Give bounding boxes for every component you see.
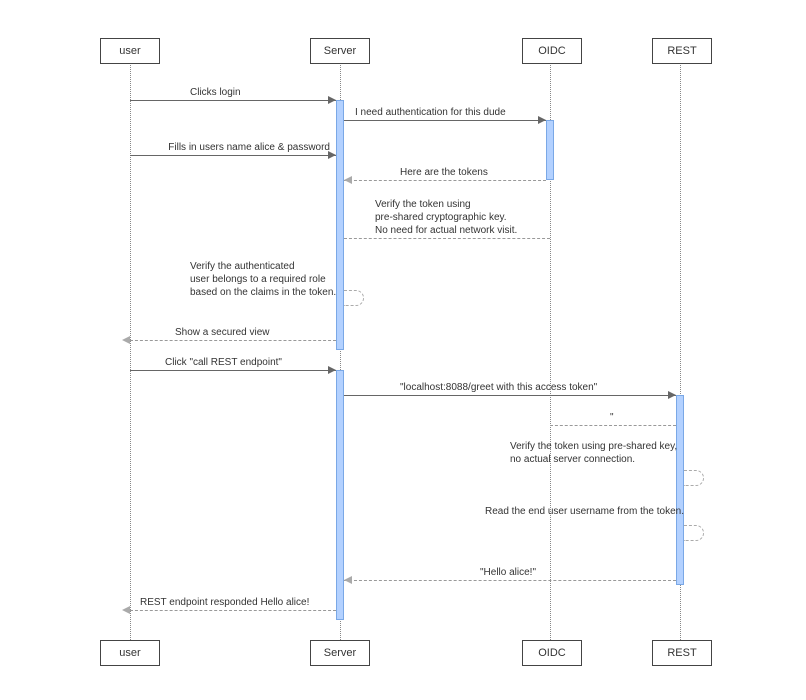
participant-rest-bottom: REST xyxy=(652,640,712,666)
note-verify-token-l3: No need for actual network visit. xyxy=(375,225,517,236)
note-verify-token-l2: pre-shared cryptographic key. xyxy=(375,212,507,223)
arrow-fills-in xyxy=(130,155,336,156)
arrowhead-click-rest xyxy=(328,366,336,374)
selfloop-verify-role xyxy=(344,290,364,306)
note-verify-role: Verify the authenticated user belongs to… xyxy=(190,260,336,299)
arrow-verify-token-oidc xyxy=(344,238,550,239)
participant-oidc-top: OIDC xyxy=(522,38,582,64)
arrow-click-rest xyxy=(130,370,336,371)
label-tokens: Here are the tokens xyxy=(400,167,488,178)
activation-rest-1 xyxy=(676,395,684,585)
activation-server-1 xyxy=(336,100,344,350)
sequence-diagram: user Server OIDC REST user Server OIDC R… xyxy=(20,20,786,680)
selfloop-rest-verify xyxy=(684,470,704,486)
participant-rest-top: REST xyxy=(652,38,712,64)
arrow-tokens xyxy=(344,180,546,181)
activation-server-2 xyxy=(336,370,344,620)
selfloop-read-user xyxy=(684,525,704,541)
note-read-user: Read the end user username from the toke… xyxy=(485,505,684,518)
arrowhead-secured-view xyxy=(122,336,130,344)
note-rest-verify-l1: Verify the token using pre-shared key, xyxy=(510,441,677,452)
arrow-rest-oidc xyxy=(550,425,676,426)
arrow-hello xyxy=(344,580,676,581)
note-rest-verify: Verify the token using pre-shared key, n… xyxy=(510,440,677,466)
arrowhead-need-auth xyxy=(538,116,546,124)
label-hello: "Hello alice!" xyxy=(480,567,536,578)
arrowhead-greet xyxy=(668,391,676,399)
note-verify-token-l1: Verify the token using xyxy=(375,199,471,210)
arrow-secured-view xyxy=(130,340,336,341)
note-verify-token: Verify the token using pre-shared crypto… xyxy=(375,198,517,237)
participant-server-top: Server xyxy=(310,38,370,64)
activation-oidc-1 xyxy=(546,120,554,180)
arrow-greet xyxy=(344,395,676,396)
arrowhead-hello xyxy=(344,576,352,584)
participant-server-bottom: Server xyxy=(310,640,370,666)
note-verify-role-l1: Verify the authenticated xyxy=(190,261,295,272)
label-responded: REST endpoint responded Hello alice! xyxy=(140,597,309,608)
arrowhead-tokens xyxy=(344,176,352,184)
label-need-auth: I need authentication for this dude xyxy=(355,107,506,118)
note-verify-role-l2: user belongs to a required role xyxy=(190,274,326,285)
label-clicks-login: Clicks login xyxy=(190,87,241,98)
arrow-responded xyxy=(130,610,336,611)
arrow-clicks-login xyxy=(130,100,336,101)
label-rest-oidc: " xyxy=(610,412,614,423)
participant-user-bottom: user xyxy=(100,640,160,666)
arrowhead-clicks-login xyxy=(328,96,336,104)
participant-oidc-bottom: OIDC xyxy=(522,640,582,666)
note-rest-verify-l2: no actual server connection. xyxy=(510,454,635,465)
note-verify-role-l3: based on the claims in the token. xyxy=(190,287,336,298)
participant-user-top: user xyxy=(100,38,160,64)
arrow-need-auth xyxy=(344,120,546,121)
label-click-rest: Click "call REST endpoint" xyxy=(165,357,282,368)
arrowhead-responded xyxy=(122,606,130,614)
label-secured-view: Show a secured view xyxy=(175,327,270,338)
label-fills-in: Fills in users name alice & password xyxy=(155,142,330,153)
label-greet: "localhost:8088/greet with this access t… xyxy=(400,382,597,393)
lifeline-user xyxy=(130,60,131,640)
